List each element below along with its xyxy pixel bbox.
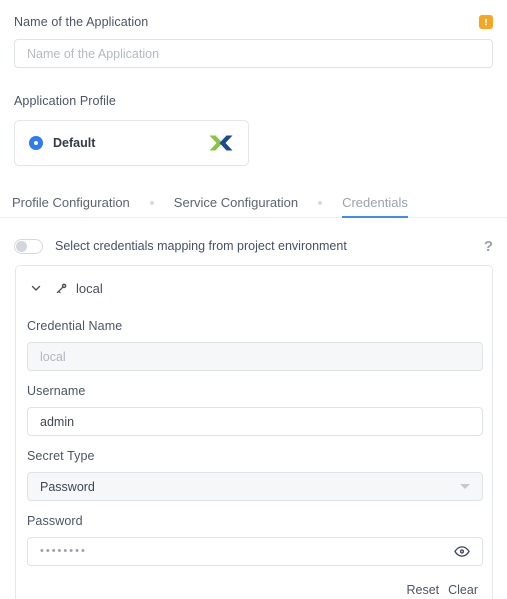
credential-card-header[interactable]: local bbox=[16, 270, 492, 306]
nutanix-x-logo-icon bbox=[208, 132, 234, 154]
tab-service-configuration[interactable]: Service Configuration bbox=[174, 188, 298, 218]
chevron-down-icon bbox=[460, 484, 470, 489]
secret-type-label: Secret Type bbox=[27, 449, 95, 463]
question-mark-icon[interactable]: ? bbox=[484, 239, 493, 254]
secret-type-value: Password bbox=[40, 479, 95, 494]
secret-type-group: Secret Type Password bbox=[27, 448, 483, 501]
application-profile-section: Application Profile Default bbox=[14, 92, 493, 166]
tab-credentials[interactable]: Credentials bbox=[342, 188, 408, 218]
chevron-down-icon[interactable] bbox=[30, 282, 42, 294]
application-name-section: Name of the Application Name of the Appl… bbox=[14, 13, 493, 68]
warning-exclamation-icon bbox=[479, 14, 493, 29]
secret-type-select[interactable]: Password bbox=[27, 472, 483, 501]
reset-button[interactable]: Reset bbox=[406, 583, 439, 597]
credential-name-label: Credential Name bbox=[27, 319, 123, 333]
application-name-input[interactable]: Name of the Application bbox=[14, 39, 493, 68]
password-group: Password •••••••• bbox=[27, 513, 483, 566]
application-name-placeholder: Name of the Application bbox=[27, 46, 160, 61]
password-input[interactable]: •••••••• bbox=[27, 537, 483, 566]
configuration-tabs: Profile Configuration Service Configurat… bbox=[0, 188, 507, 218]
password-masked-value: •••••••• bbox=[40, 545, 87, 557]
username-group: Username admin bbox=[27, 383, 483, 436]
credential-name-group: Credential Name local bbox=[27, 318, 483, 371]
username-input[interactable]: admin bbox=[27, 407, 483, 436]
application-credentials-form: Name of the Application Name of the Appl… bbox=[0, 0, 507, 599]
key-icon bbox=[55, 282, 68, 295]
tab-profile-configuration[interactable]: Profile Configuration bbox=[12, 188, 130, 218]
username-value: admin bbox=[40, 414, 75, 429]
username-label: Username bbox=[27, 384, 86, 398]
credential-actions: Reset Clear bbox=[16, 583, 492, 597]
credential-name-input[interactable]: local bbox=[27, 342, 483, 371]
clear-button[interactable]: Clear bbox=[448, 583, 478, 597]
credential-name-placeholder: local bbox=[40, 349, 66, 364]
tab-separator-dot bbox=[318, 200, 323, 205]
password-label: Password bbox=[27, 514, 83, 528]
tab-separator-dot bbox=[149, 200, 154, 205]
eye-icon[interactable] bbox=[454, 546, 470, 557]
application-name-label: Name of the Application bbox=[14, 14, 149, 29]
profile-radio-default[interactable] bbox=[29, 136, 43, 150]
application-name-label-row: Name of the Application bbox=[14, 13, 493, 30]
profile-name-label: Default bbox=[53, 136, 96, 150]
credential-title: local bbox=[76, 280, 103, 296]
credentials-mapping-label: Select credentials mapping from project … bbox=[55, 239, 347, 253]
credential-card-local: local Credential Name local Username adm… bbox=[15, 265, 493, 599]
profile-card-default[interactable]: Default bbox=[14, 120, 249, 166]
credentials-mapping-row: Select credentials mapping from project … bbox=[14, 232, 493, 260]
credential-form-body: Credential Name local Username admin Sec… bbox=[16, 318, 492, 566]
credentials-mapping-toggle[interactable] bbox=[14, 238, 43, 254]
application-profile-label: Application Profile bbox=[14, 94, 116, 108]
